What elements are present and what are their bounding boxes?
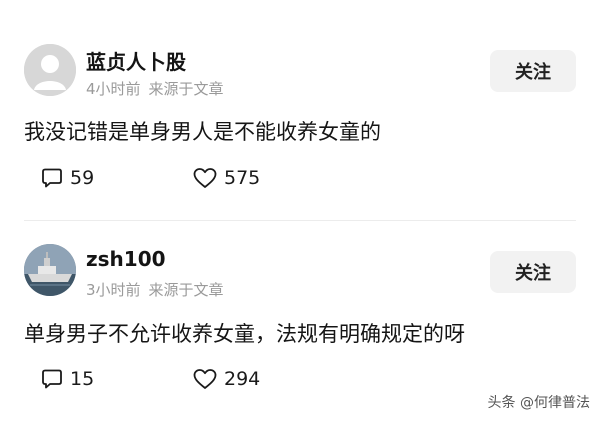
reply-count: 15 — [70, 368, 95, 390]
comment-text: 单身男子不允许收养女童，法规有明确规定的呀 — [24, 322, 465, 346]
watermark: 头条 @何律普法 — [487, 395, 590, 411]
avatar[interactable] — [24, 244, 76, 296]
comment-text: 我没记错是单身男人是不能收养女童的 — [24, 120, 381, 144]
author-name[interactable]: zsh100 — [86, 247, 166, 271]
like-count: 294 — [224, 368, 261, 390]
comment-item: 蓝贞人卜股 4小时前 来源于文章 关注 我没记错是单身男人是不能收养女童的 59 … — [0, 0, 600, 220]
ship-photo-icon — [24, 244, 76, 296]
comment-bubble-icon — [42, 369, 62, 389]
reply-button[interactable]: 15 — [40, 367, 94, 391]
divider — [24, 220, 576, 221]
default-avatar-icon — [24, 44, 76, 96]
follow-button[interactable]: 关注 — [490, 251, 576, 293]
reply-button[interactable]: 59 — [40, 166, 94, 190]
comment-time: 3小时前 — [86, 281, 141, 299]
author-name[interactable]: 蓝贞人卜股 — [86, 46, 186, 75]
avatar[interactable] — [24, 44, 76, 96]
comment-feed: 蓝贞人卜股 4小时前 来源于文章 关注 我没记错是单身男人是不能收养女童的 59 … — [0, 0, 600, 426]
follow-button[interactable]: 关注 — [490, 50, 576, 92]
like-button[interactable]: 575 — [192, 166, 260, 190]
like-count: 575 — [224, 167, 261, 189]
comment-source: 来源于文章 — [148, 281, 224, 299]
heart-icon — [193, 369, 217, 389]
comment-time: 4小时前 — [86, 80, 141, 98]
like-button[interactable]: 294 — [192, 367, 260, 391]
reply-count: 59 — [70, 167, 95, 189]
comment-meta: 4小时前 来源于文章 — [86, 78, 224, 99]
comment-source: 来源于文章 — [148, 80, 224, 98]
comment-meta: 3小时前 来源于文章 — [86, 279, 224, 300]
comment-bubble-icon — [42, 168, 62, 188]
heart-icon — [193, 168, 217, 188]
